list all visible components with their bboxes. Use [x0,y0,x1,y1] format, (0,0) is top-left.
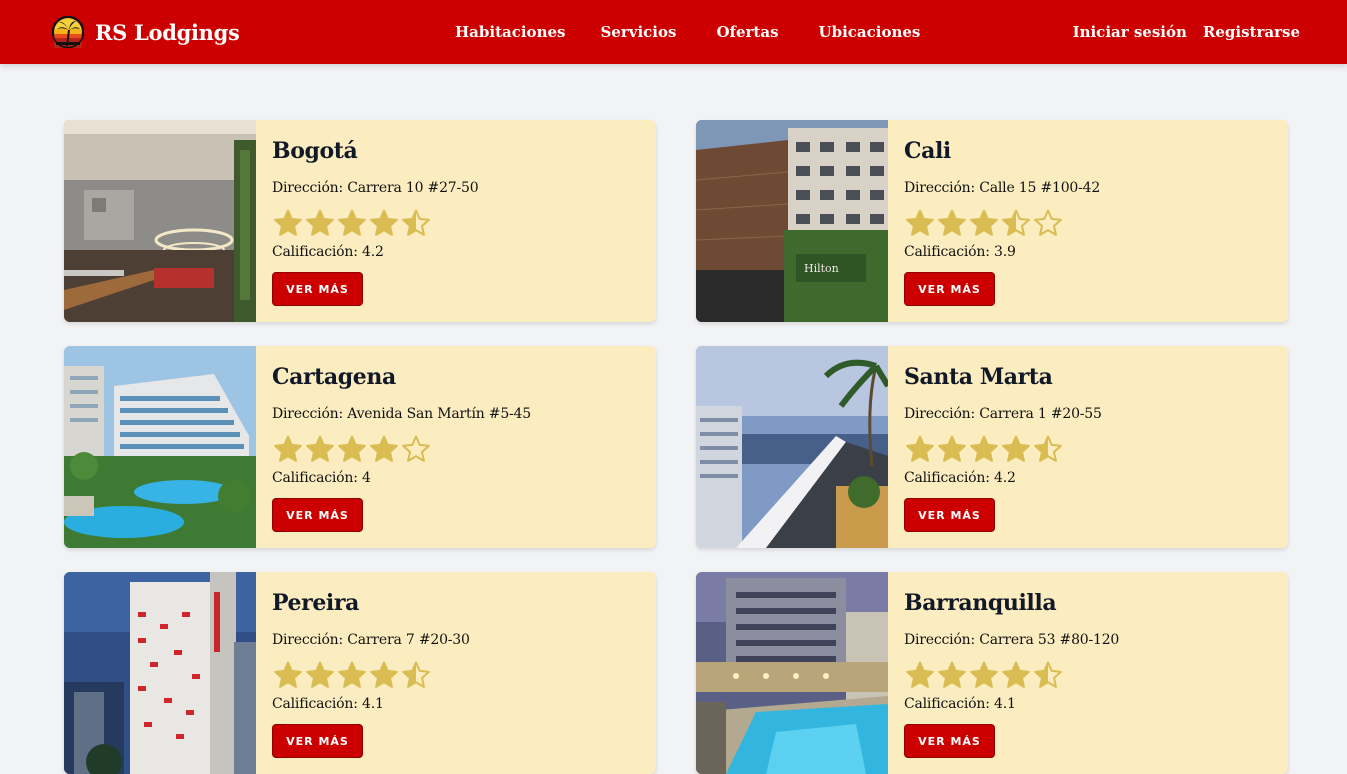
star-icon [1002,661,1030,688]
star-rating [274,661,430,688]
hotel-address: Dirección: Carrera 7 #20-30 [272,632,470,648]
star-icon [370,435,398,462]
hotel-rating: Calificación: 4.2 [904,470,1016,486]
brand[interactable]: RS Lodgings [52,16,240,48]
star-icon [402,661,430,688]
hotel-photo [696,346,888,548]
login-link[interactable]: Iniciar sesión [1073,23,1187,41]
hotel-rating: Calificación: 4.1 [904,696,1016,712]
auth-links: Iniciar sesión Registrarse [1073,0,1300,64]
star-icon [970,209,998,236]
star-rating [274,435,430,462]
star-icon [338,661,366,688]
hotel-photo: Hilton [696,120,888,322]
hotel-photo [696,572,888,774]
star-icon [370,661,398,688]
star-icon [1034,209,1062,236]
hotel-city: Bogotá [272,138,358,164]
star-icon [306,661,334,688]
star-icon [402,209,430,236]
ver-mas-button[interactable]: VER MÁS [272,724,363,758]
hotel-rating: Calificación: 4.2 [272,244,384,260]
hotel-card-cartagena: Cartagena Dirección: Avenida San Martín … [64,346,656,548]
hotel-card-bogota: Bogotá Dirección: Carrera 10 #27-50 Cali… [64,120,656,322]
star-icon [402,435,430,462]
star-icon [338,435,366,462]
palm-sunset-logo-icon [52,16,84,48]
ver-mas-button[interactable]: VER MÁS [904,724,995,758]
hotel-address: Dirección: Carrera 10 #27-50 [272,180,479,196]
star-rating [274,209,430,236]
nav-ofertas[interactable]: Ofertas [716,23,778,41]
star-icon [306,209,334,236]
star-icon [938,661,966,688]
beach-resort-photo-icon [64,346,256,548]
nav-habitaciones[interactable]: Habitaciones [455,23,565,41]
hotel-city: Santa Marta [904,364,1053,390]
star-icon [906,209,934,236]
hotel-card-pereira: Pereira Dirección: Carrera 7 #20-30 Cali… [64,572,656,774]
star-icon [1002,209,1030,236]
hotel-rating: Calificación: 4 [272,470,371,486]
star-icon [274,435,302,462]
star-icon [970,661,998,688]
star-icon [338,209,366,236]
brand-name: RS Lodgings [95,19,240,45]
svg-text:Hilton: Hilton [804,262,839,275]
star-icon [370,209,398,236]
hotel-city: Cali [904,138,951,164]
star-icon [938,435,966,462]
hotel-facade-photo-icon: Hilton [696,120,888,322]
star-icon [938,209,966,236]
ver-mas-button[interactable]: VER MÁS [272,498,363,532]
hotel-photo [64,572,256,774]
star-icon [274,209,302,236]
nav-servicios[interactable]: Servicios [600,23,676,41]
star-icon [1002,435,1030,462]
hotel-city: Pereira [272,590,359,616]
hotel-address: Dirección: Carrera 1 #20-55 [904,406,1102,422]
hotel-address: Dirección: Carrera 53 #80-120 [904,632,1120,648]
star-icon [970,435,998,462]
star-icon [906,661,934,688]
hotel-card-barranquilla: Barranquilla Dirección: Carrera 53 #80-1… [696,572,1288,774]
ver-mas-button[interactable]: VER MÁS [272,272,363,306]
star-rating [906,661,1062,688]
hotel-lobby-photo-icon [64,120,256,322]
rooftop-pool-photo-icon [696,572,888,774]
hotel-rating: Calificación: 4.1 [272,696,384,712]
star-rating [906,435,1062,462]
hotel-photo [64,346,256,548]
hotel-tower-photo-icon [64,572,256,774]
nav-ubicaciones[interactable]: Ubicaciones [819,23,921,41]
hotel-card-cali: Hilton Cali Dirección: Calle 15 #100-42 … [696,120,1288,322]
main-nav: Habitaciones Servicios Ofertas Ubicacion… [455,0,920,64]
star-rating [906,209,1062,236]
ver-mas-button[interactable]: VER MÁS [904,272,995,306]
star-icon [274,661,302,688]
hotel-photo [64,120,256,322]
top-navbar: RS Lodgings Habitaciones Servicios Ofert… [0,0,1347,64]
hotel-city: Cartagena [272,364,396,390]
hotel-city: Barranquilla [904,590,1057,616]
hotel-address: Dirección: Avenida San Martín #5-45 [272,406,531,422]
ver-mas-button[interactable]: VER MÁS [904,498,995,532]
hotel-address: Dirección: Calle 15 #100-42 [904,180,1101,196]
register-link[interactable]: Registrarse [1203,23,1300,41]
hotel-rating: Calificación: 3.9 [904,244,1016,260]
star-icon [1034,435,1062,462]
star-icon [306,435,334,462]
star-icon [1034,661,1062,688]
hotel-card-santa-marta: Santa Marta Dirección: Carrera 1 #20-55 … [696,346,1288,548]
star-icon [906,435,934,462]
rooftop-bay-photo-icon [696,346,888,548]
